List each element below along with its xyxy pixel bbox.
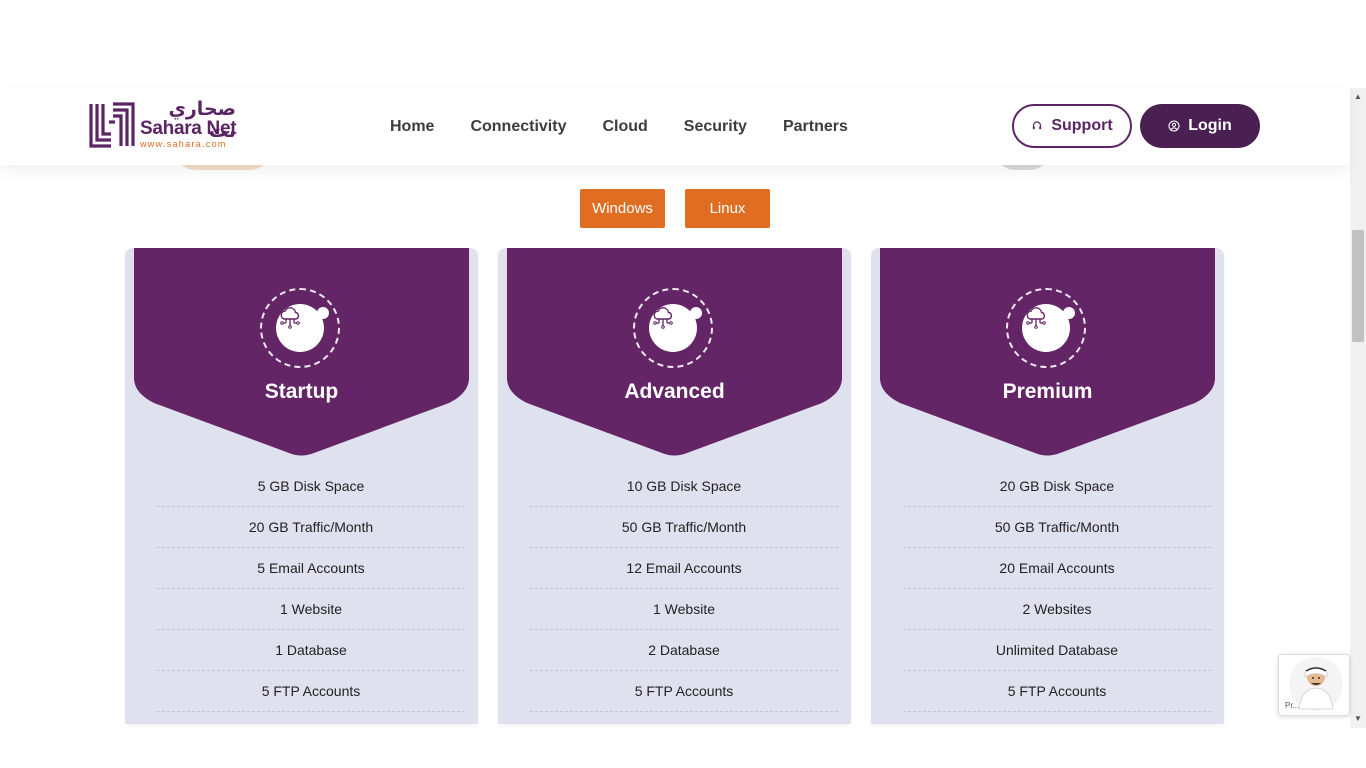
scrollbar-thumb[interactable] <box>1352 230 1364 342</box>
support-button[interactable]: Support <box>1012 104 1132 148</box>
scroll-up-arrow-icon[interactable]: ▲ <box>1350 90 1366 104</box>
nav-item-connectivity[interactable]: Connectivity <box>452 118 584 136</box>
plan-feature: 5 GB Disk Space <box>157 466 465 507</box>
plan-feature: Unlimited Database <box>903 630 1211 671</box>
plan-card-startup: Startup 5 GB Disk Space 20 GB Traffic/Mo… <box>125 248 478 724</box>
plan-feature: 20 GB Traffic/Month <box>157 507 465 548</box>
plan-feature: 10 GB Disk Space <box>530 466 838 507</box>
user-circle-icon <box>1168 120 1180 132</box>
plan-card-header: Advanced <box>507 248 842 458</box>
plan-feature: 5 Email Accounts <box>157 548 465 589</box>
plan-feature: 12 Email Accounts <box>530 548 838 589</box>
main-nav: Home Connectivity Cloud Security Partner… <box>372 88 866 165</box>
plan-feature-list: 20 GB Disk Space 50 GB Traffic/Month 20 … <box>903 466 1211 712</box>
plan-feature: 1 Website <box>157 589 465 630</box>
plan-name: Premium <box>1002 380 1093 403</box>
page-scrollbar[interactable]: ▲ ▼ <box>1350 88 1366 728</box>
plan-icon-ring <box>260 288 340 368</box>
plan-feature: 1 Database <box>157 630 465 671</box>
plan-card-premium: Premium 20 GB Disk Space 50 GB Traffic/M… <box>871 248 1224 724</box>
chat-widget-footer-text: Pr... <box>1285 701 1300 710</box>
chat-assistant-widget[interactable]: Pr... <box>1278 654 1350 716</box>
plan-name: Advanced <box>624 380 725 403</box>
plan-card-advanced: Advanced 10 GB Disk Space 50 GB Traffic/… <box>498 248 851 724</box>
decorative-dot <box>690 307 702 319</box>
nav-item-cloud[interactable]: Cloud <box>584 118 665 136</box>
plan-feature: 50 GB Traffic/Month <box>530 507 838 548</box>
logo-url-text: www.sahara.com <box>140 139 227 149</box>
plan-card-header: Premium <box>880 248 1215 458</box>
nav-item-home[interactable]: Home <box>372 118 452 136</box>
plan-icon-ring <box>633 288 713 368</box>
plan-feature: 50 GB Traffic/Month <box>903 507 1211 548</box>
plan-feature: 1 Website <box>530 589 838 630</box>
plan-feature: 2 Database <box>530 630 838 671</box>
tab-windows[interactable]: Windows <box>580 189 665 228</box>
headset-icon <box>1033 121 1042 130</box>
tab-linux[interactable]: Linux <box>685 189 770 228</box>
nav-item-security[interactable]: Security <box>666 118 765 136</box>
logo-mark-icon <box>89 102 135 148</box>
logo-english-text: Sahara Net <box>140 118 237 139</box>
nav-item-partners[interactable]: Partners <box>765 118 866 136</box>
decorative-dot <box>317 307 329 319</box>
plan-feature: 2 Websites <box>903 589 1211 630</box>
sahara-net-logo[interactable]: صحاري نت Sahara Net www.sahara.com <box>89 98 239 152</box>
plan-feature: 5 FTP Accounts <box>903 671 1211 712</box>
plan-feature-list: 5 GB Disk Space 20 GB Traffic/Month 5 Em… <box>157 466 465 712</box>
plan-name: Startup <box>264 380 339 403</box>
page: صحاري نت Sahara Net www.sahara.com Home … <box>0 0 1366 768</box>
decorative-dot <box>1063 307 1075 319</box>
login-button[interactable]: Login <box>1140 104 1260 148</box>
login-label: Login <box>1188 117 1232 134</box>
plan-card-header: Startup <box>134 248 469 458</box>
scroll-down-arrow-icon[interactable]: ▼ <box>1350 712 1366 726</box>
plan-feature: 5 FTP Accounts <box>157 671 465 712</box>
plan-feature: 20 GB Disk Space <box>903 466 1211 507</box>
plan-feature: 5 FTP Accounts <box>530 671 838 712</box>
plan-feature: 20 Email Accounts <box>903 548 1211 589</box>
plan-icon-ring <box>1006 288 1086 368</box>
support-label: Support <box>1051 117 1113 134</box>
site-header: صحاري نت Sahara Net www.sahara.com Home … <box>0 88 1350 165</box>
plan-feature-list: 10 GB Disk Space 50 GB Traffic/Month 12 … <box>530 466 838 712</box>
